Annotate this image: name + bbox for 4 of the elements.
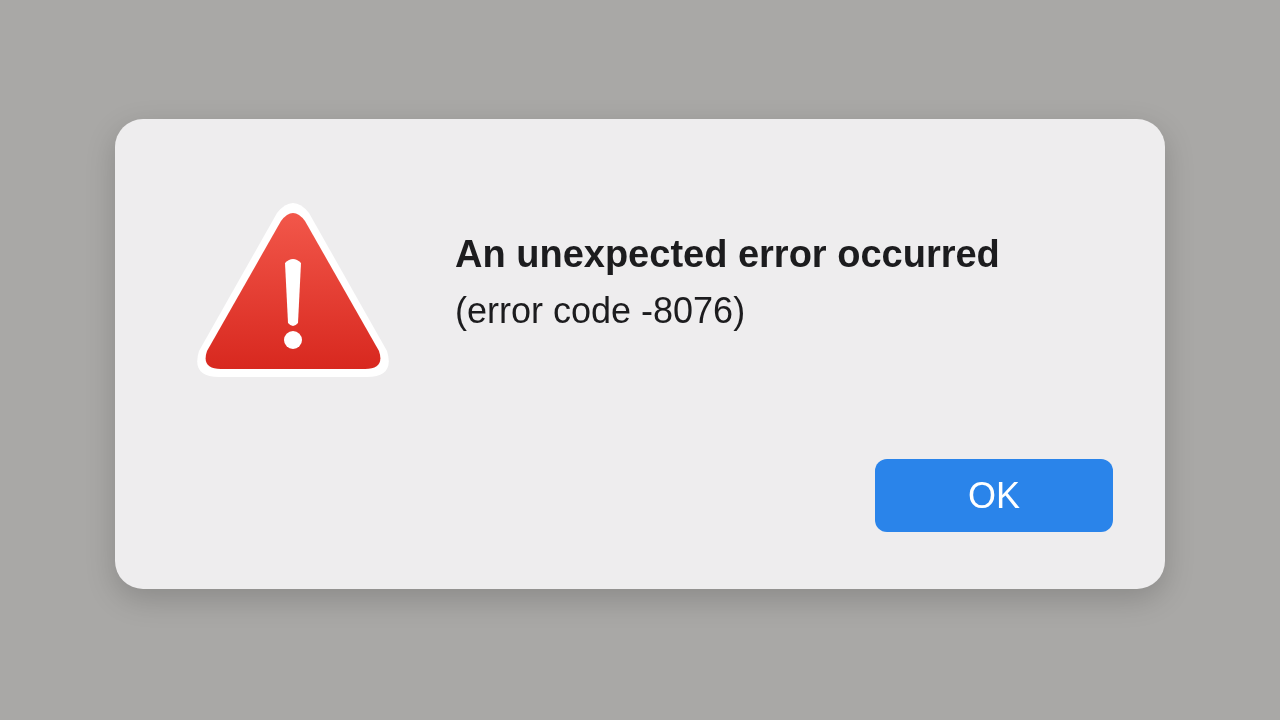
warning-icon — [195, 201, 391, 379]
dialog-title: An unexpected error occurred — [455, 233, 1000, 276]
error-message: (error code -8076) — [455, 290, 747, 332]
ok-button[interactable]: OK — [875, 459, 1113, 532]
